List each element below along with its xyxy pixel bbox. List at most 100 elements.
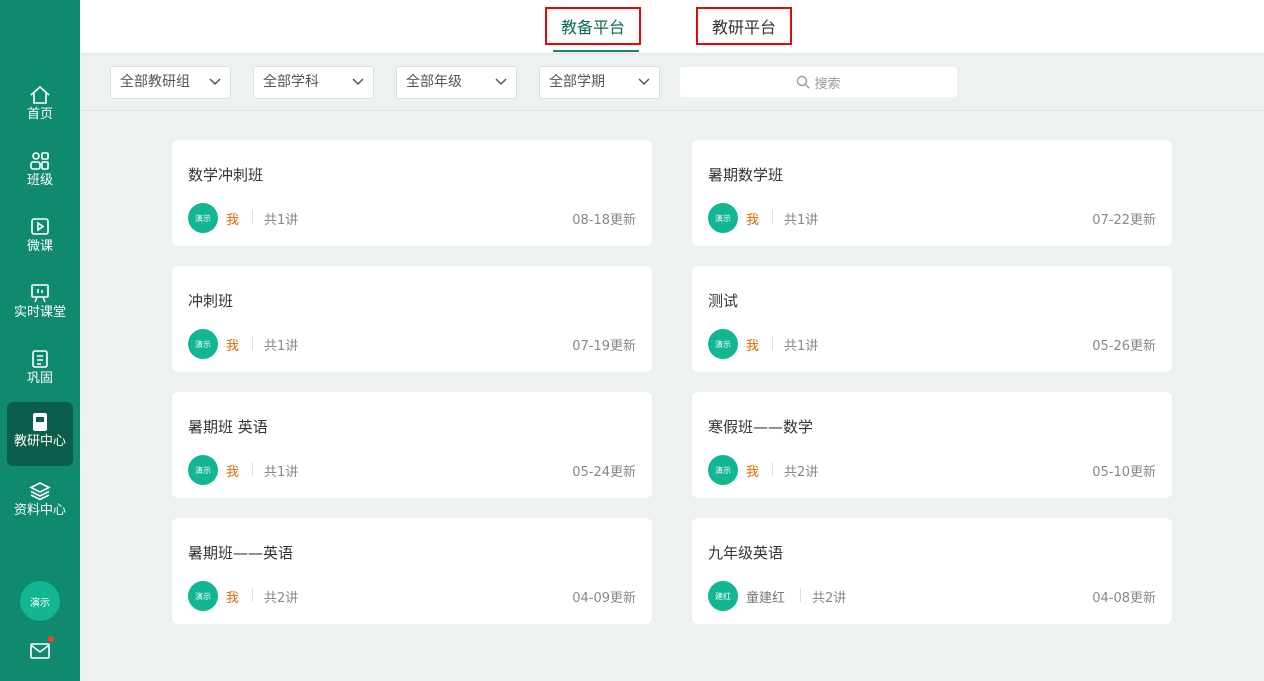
users-icon <box>30 152 49 170</box>
card-author: 我 <box>226 465 240 480</box>
sidebar-item-label: 微课 <box>26 239 53 254</box>
avatar: 演示 <box>188 455 218 485</box>
avatar: 演示 <box>188 329 218 359</box>
card-author: 童建红 <box>746 591 786 606</box>
select-value: 全部教研组 <box>120 74 190 90</box>
divider <box>252 336 253 350</box>
search-input[interactable]: 搜索 <box>680 67 957 97</box>
card-updated: 08-18更新 <box>572 213 636 228</box>
course-card[interactable]: 暑期班 英语 演示 我 共1讲 05-24更新 <box>172 392 652 498</box>
select-value: 全部学期 <box>549 74 605 90</box>
course-card[interactable]: 暑期班——英语 演示 我 共2讲 04-09更新 <box>172 518 652 624</box>
course-card[interactable]: 寒假班——数学 演示 我 共2讲 05-10更新 <box>692 392 1172 498</box>
card-title: 测试 <box>708 292 739 310</box>
card-author: 我 <box>746 465 760 480</box>
select-value: 全部年级 <box>406 74 462 90</box>
mail-icon[interactable] <box>30 642 50 660</box>
sidebar-item-label: 巩固 <box>26 371 53 386</box>
card-updated: 05-24更新 <box>572 465 636 480</box>
sidebar-item-home[interactable]: 首页 <box>7 75 73 139</box>
divider <box>772 210 773 224</box>
sidebar-item-microclass[interactable]: 微课 <box>7 207 73 271</box>
card-title: 冲刺班 <box>188 292 234 310</box>
avatar: 演示 <box>708 203 738 233</box>
card-lesson-count: 共2讲 <box>784 465 819 480</box>
sidebar-item-resource-center[interactable]: 资料中心 <box>7 471 73 535</box>
chevron-down-icon <box>495 78 507 86</box>
course-card[interactable]: 数学冲刺班 演示 我 共1讲 08-18更新 <box>172 140 652 246</box>
sidebar-item-consolidate[interactable]: 巩固 <box>7 339 73 403</box>
card-title: 暑期班 英语 <box>188 418 268 436</box>
card-lesson-count: 共1讲 <box>264 213 299 228</box>
active-tab-underline <box>553 50 639 52</box>
search-placeholder: 搜索 <box>814 76 841 92</box>
card-lesson-count: 共2讲 <box>812 591 847 606</box>
divider <box>252 588 253 602</box>
card-updated: 04-09更新 <box>572 591 636 606</box>
divider <box>772 462 773 476</box>
card-author: 我 <box>746 339 760 354</box>
divider <box>252 210 253 224</box>
avatar[interactable]: 演示 <box>20 581 60 621</box>
avatar: 演示 <box>708 329 738 359</box>
avatar: 演示 <box>188 203 218 233</box>
divider <box>252 462 253 476</box>
book-icon <box>33 413 47 431</box>
list-icon <box>32 350 48 368</box>
card-author: 我 <box>746 213 760 228</box>
card-updated: 05-26更新 <box>1092 339 1156 354</box>
sidebar-item-research-center[interactable]: 教研中心 <box>7 402 73 466</box>
card-updated: 07-19更新 <box>572 339 636 354</box>
search-icon <box>797 75 810 89</box>
card-lesson-count: 共1讲 <box>784 339 819 354</box>
filter-subject[interactable]: 全部学科 <box>253 66 374 99</box>
chevron-down-icon <box>638 78 650 86</box>
tab-research-platform[interactable]: 教研平台 <box>696 7 792 45</box>
card-lesson-count: 共1讲 <box>784 213 819 228</box>
card-updated: 04-08更新 <box>1092 591 1156 606</box>
video-icon <box>31 218 49 235</box>
top-tab-bar: 教备平台 教研平台 <box>80 0 1264 54</box>
sidebar-item-live-class[interactable]: 实时课堂 <box>7 273 73 337</box>
card-title: 寒假班——数学 <box>708 418 814 436</box>
sidebar-item-label: 首页 <box>26 107 53 122</box>
chevron-down-icon <box>352 78 364 86</box>
card-lesson-count: 共1讲 <box>264 339 299 354</box>
card-updated: 07-22更新 <box>1092 213 1156 228</box>
sidebar-item-label: 班级 <box>26 173 53 188</box>
filter-bar: 全部教研组 全部学科 全部年级 全部学期 搜索 <box>80 54 1264 111</box>
sidebar-item-label: 实时课堂 <box>13 305 66 320</box>
card-lesson-count: 共2讲 <box>264 591 299 606</box>
chevron-down-icon <box>209 78 221 86</box>
avatar: 演示 <box>708 455 738 485</box>
sidebar-item-label: 资料中心 <box>13 503 66 518</box>
filter-semester[interactable]: 全部学期 <box>539 66 660 99</box>
card-title: 九年级英语 <box>708 544 784 562</box>
card-title: 数学冲刺班 <box>188 166 264 184</box>
divider <box>772 336 773 350</box>
card-author: 我 <box>226 591 240 606</box>
course-card[interactable]: 冲刺班 演示 我 共1讲 07-19更新 <box>172 266 652 372</box>
avatar: 演示 <box>188 581 218 611</box>
course-card[interactable]: 测试 演示 我 共1讲 05-26更新 <box>692 266 1172 372</box>
select-value: 全部学科 <box>263 74 319 90</box>
card-title: 暑期数学班 <box>708 166 784 184</box>
course-card[interactable]: 暑期数学班 演示 我 共1讲 07-22更新 <box>692 140 1172 246</box>
sidebar-item-label: 教研中心 <box>13 434 66 449</box>
tab-prep-platform[interactable]: 教备平台 <box>545 7 641 45</box>
card-author: 我 <box>226 213 240 228</box>
sidebar-item-class[interactable]: 班级 <box>7 141 73 205</box>
sidebar: 首页 班级 微课 实时课堂 巩固 教研中心 资料中心 演示 <box>0 0 80 681</box>
card-lesson-count: 共1讲 <box>264 465 299 480</box>
home-icon <box>30 85 50 104</box>
classroom-icon <box>31 284 49 303</box>
filter-grade[interactable]: 全部年级 <box>396 66 517 99</box>
course-card[interactable]: 九年级英语 建红 童建红 共2讲 04-08更新 <box>692 518 1172 624</box>
avatar: 建红 <box>708 581 738 611</box>
filter-research-group[interactable]: 全部教研组 <box>110 66 231 99</box>
card-author: 我 <box>226 339 240 354</box>
card-updated: 05-10更新 <box>1092 465 1156 480</box>
divider <box>800 588 801 602</box>
card-title: 暑期班——英语 <box>188 544 294 562</box>
layers-icon <box>29 482 51 501</box>
